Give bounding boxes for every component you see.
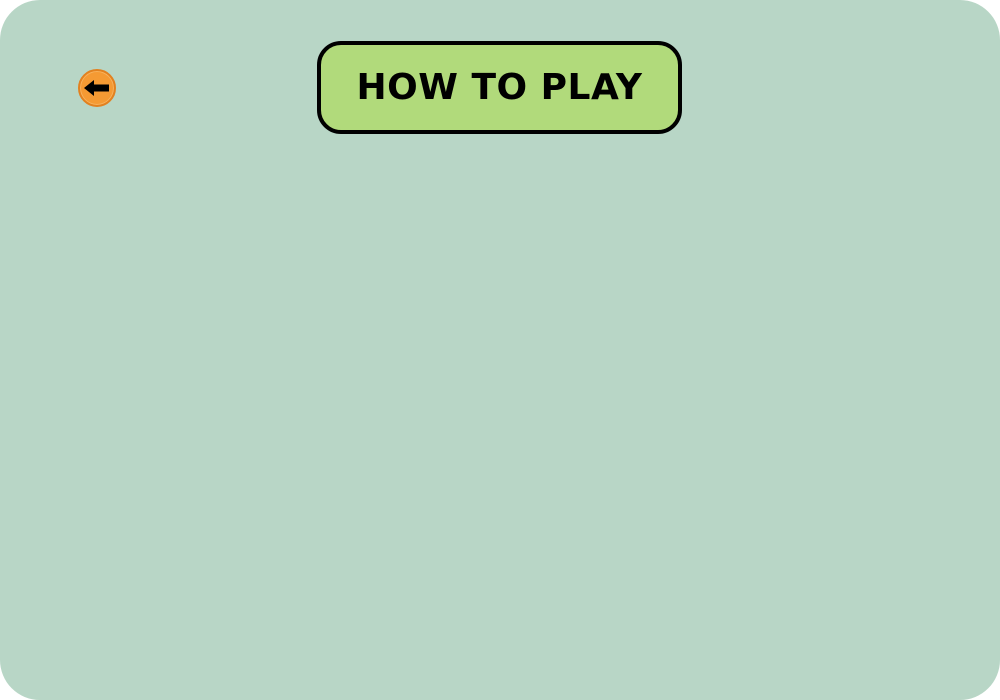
page-title: HOW TO PLAY <box>356 67 643 108</box>
arrow-left-icon <box>84 80 109 96</box>
how-to-play-screen: HOW TO PLAY <box>0 0 1000 700</box>
title-badge: HOW TO PLAY <box>317 41 682 134</box>
back-button[interactable] <box>78 69 116 107</box>
